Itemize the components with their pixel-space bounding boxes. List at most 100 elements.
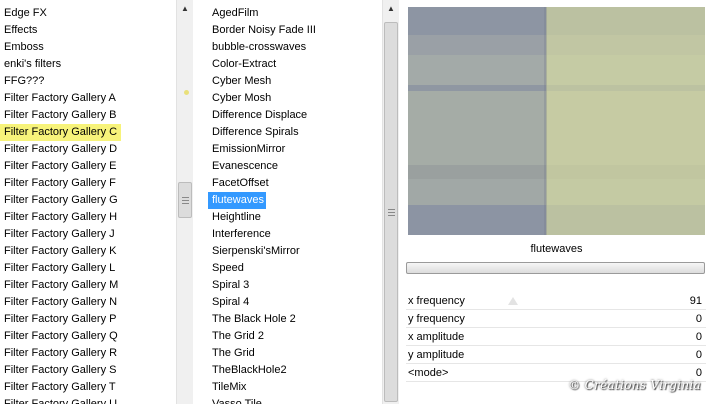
- filter-item[interactable]: FacetOffset: [208, 175, 382, 192]
- filter-preview-image: [408, 7, 705, 235]
- category-item[interactable]: Filter Factory Gallery Q: [0, 328, 176, 345]
- slider-row[interactable]: x frequency 91: [406, 292, 706, 310]
- category-item[interactable]: FFG???: [0, 73, 176, 90]
- category-item-label: Filter Factory Gallery L: [4, 262, 116, 274]
- filter-item[interactable]: TheBlackHole2: [208, 362, 382, 379]
- filter-item-label: EmissionMirror: [212, 143, 286, 155]
- slider-row[interactable]: x amplitude 0: [406, 328, 706, 346]
- category-item-label: Filter Factory Gallery U: [4, 398, 118, 404]
- slider-value: 91: [689, 295, 702, 307]
- filter-item[interactable]: Difference Spirals: [208, 124, 382, 141]
- category-item[interactable]: Filter Factory Gallery D: [0, 141, 176, 158]
- filter-item-label: Spiral 4: [212, 296, 250, 308]
- filter-item-label: The Grid: [212, 347, 255, 359]
- filter-item-label: Sierpenski'sMirror: [212, 245, 300, 257]
- filter-item-label: Spiral 3: [212, 279, 250, 291]
- category-item[interactable]: Filter Factory Gallery B: [0, 107, 176, 124]
- filter-list[interactable]: AgedFilm Border Noisy Fade III bubble-cros…: [208, 0, 382, 404]
- filter-item[interactable]: The Grid: [208, 345, 382, 362]
- filter-item[interactable]: Cyber Mosh: [208, 90, 382, 107]
- category-scroll-thumb[interactable]: [178, 182, 192, 218]
- category-item-label: Filter Factory Gallery A: [4, 92, 116, 104]
- category-item-label: Emboss: [4, 41, 44, 53]
- filter-item[interactable]: Sierpenski'sMirror: [208, 243, 382, 260]
- category-item[interactable]: Filter Factory Gallery U: [0, 396, 176, 404]
- filter-item[interactable]: Evanescence: [208, 158, 382, 175]
- category-item[interactable]: Filter Factory Gallery E: [0, 158, 176, 175]
- slider-value: 0: [695, 349, 702, 361]
- filter-item[interactable]: EmissionMirror: [208, 141, 382, 158]
- filter-item-label: Border Noisy Fade III: [212, 24, 316, 36]
- filter-item-label: flutewaves: [208, 192, 266, 209]
- category-scrollbar[interactable]: ▲: [176, 0, 193, 404]
- category-item-label: enki's filters: [4, 58, 62, 70]
- filter-scrollbar[interactable]: ▲: [382, 0, 399, 404]
- category-item-label: Filter Factory Gallery D: [4, 143, 118, 155]
- category-item[interactable]: Filter Factory Gallery M: [0, 277, 176, 294]
- filter-item-label: Vasso Tile: [212, 398, 262, 404]
- filter-scroll-thumb[interactable]: [384, 22, 398, 402]
- filter-item-label: Speed: [212, 262, 244, 274]
- category-item[interactable]: enki's filters: [0, 56, 176, 73]
- filter-item-label: Cyber Mosh: [212, 92, 272, 104]
- filter-item[interactable]: The Black Hole 2: [208, 311, 382, 328]
- filter-item[interactable]: Speed: [208, 260, 382, 277]
- filter-item-label: The Grid 2: [212, 330, 264, 342]
- slider-row[interactable]: y amplitude 0: [406, 346, 706, 364]
- category-list[interactable]: Edge FX Effects Emboss enki's filters FFG???…: [0, 0, 176, 404]
- category-item[interactable]: Filter Factory Gallery S: [0, 362, 176, 379]
- category-item-label: Filter Factory Gallery G: [4, 194, 118, 206]
- category-item[interactable]: Filter Factory Gallery T: [0, 379, 176, 396]
- filter-item[interactable]: Border Noisy Fade III: [208, 22, 382, 39]
- slider-label: x frequency: [408, 295, 465, 307]
- filter-item[interactable]: bubble-crosswaves: [208, 39, 382, 56]
- category-item[interactable]: Filter Factory Gallery H: [0, 209, 176, 226]
- category-item[interactable]: Filter Factory Gallery K: [0, 243, 176, 260]
- category-item-label: Filter Factory Gallery J: [4, 228, 115, 240]
- filter-item-label: Cyber Mesh: [212, 75, 272, 87]
- filter-item[interactable]: Cyber Mesh: [208, 73, 382, 90]
- filter-item[interactable]: Interference: [208, 226, 382, 243]
- filter-item[interactable]: Vasso Tile: [208, 396, 382, 404]
- category-item[interactable]: Filter Factory Gallery C: [0, 124, 176, 141]
- category-item-label: Filter Factory Gallery S: [4, 364, 117, 376]
- filter-item[interactable]: Color-Extract: [208, 56, 382, 73]
- filter-item-label: Evanescence: [212, 160, 279, 172]
- filter-item-label: Interference: [212, 228, 271, 240]
- scroll-up-arrow-icon[interactable]: ▲: [177, 0, 193, 17]
- category-item[interactable]: Filter Factory Gallery G: [0, 192, 176, 209]
- category-item-label: Filter Factory Gallery K: [4, 245, 117, 257]
- filter-item[interactable]: flutewaves: [208, 192, 382, 209]
- preview-filter-name: flutewaves: [530, 243, 583, 255]
- category-item[interactable]: Filter Factory Gallery A: [0, 90, 176, 107]
- slider-label: <mode>: [408, 367, 449, 379]
- filter-item-label: The Black Hole 2: [212, 313, 296, 325]
- filter-item[interactable]: AgedFilm: [208, 5, 382, 22]
- filter-item-label: FacetOffset: [212, 177, 269, 189]
- category-item[interactable]: Filter Factory Gallery J: [0, 226, 176, 243]
- parameter-sliders[interactable]: x frequency 91 y frequency 0 x amplitude 0 y a…: [406, 292, 706, 382]
- scroll-up-arrow-icon[interactable]: ▲: [383, 0, 399, 17]
- category-item[interactable]: Filter Factory Gallery L: [0, 260, 176, 277]
- filter-item[interactable]: TileMix: [208, 379, 382, 396]
- category-item[interactable]: Filter Factory Gallery N: [0, 294, 176, 311]
- slider-row[interactable]: y frequency 0: [406, 310, 706, 328]
- filter-item[interactable]: Difference Displace: [208, 107, 382, 124]
- filter-item[interactable]: Spiral 3: [208, 277, 382, 294]
- watermark-text: © Créations Virginia: [568, 378, 701, 392]
- filter-item[interactable]: Spiral 4: [208, 294, 382, 311]
- category-item-label: Filter Factory Gallery Q: [4, 330, 118, 342]
- category-item[interactable]: Filter Factory Gallery P: [0, 311, 176, 328]
- slider-value: 0: [695, 331, 702, 343]
- filter-item[interactable]: The Grid 2: [208, 328, 382, 345]
- category-item[interactable]: Filter Factory Gallery R: [0, 345, 176, 362]
- category-item[interactable]: Emboss: [0, 39, 176, 56]
- filter-item-label: bubble-crosswaves: [212, 41, 307, 53]
- filter-item[interactable]: Heightline: [208, 209, 382, 226]
- category-item[interactable]: Effects: [0, 22, 176, 39]
- category-item-label: Effects: [4, 24, 38, 36]
- category-item[interactable]: Edge FX: [0, 5, 176, 22]
- filter-item-label: TileMix: [212, 381, 247, 393]
- category-item[interactable]: Filter Factory Gallery F: [0, 175, 176, 192]
- category-item-label: Filter Factory Gallery E: [4, 160, 117, 172]
